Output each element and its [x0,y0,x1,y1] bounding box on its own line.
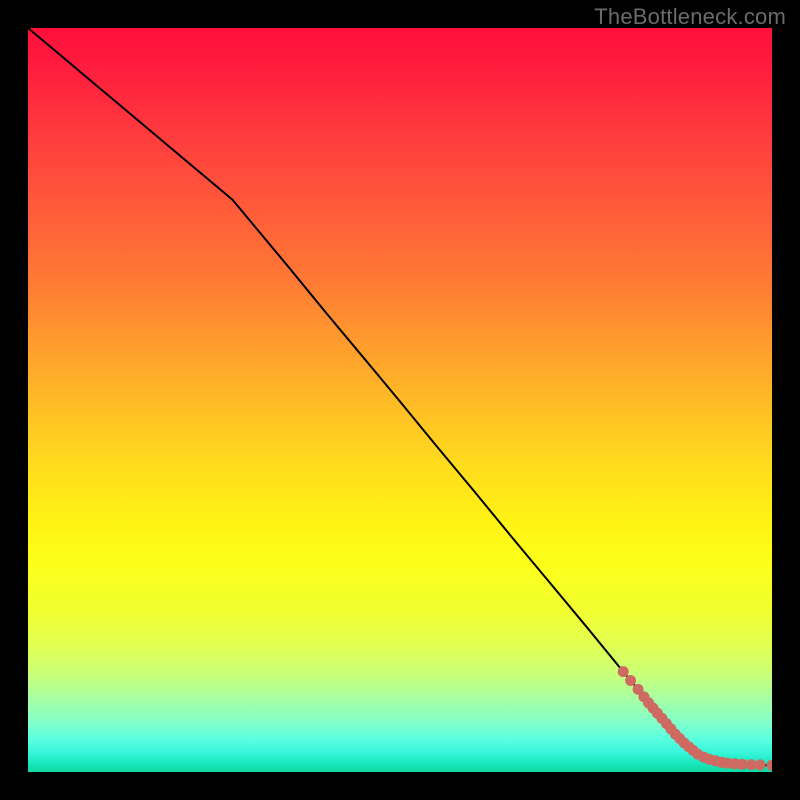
marker-dot [755,759,766,770]
marker-dot [618,666,629,677]
watermark-text: TheBottleneck.com [594,4,786,30]
marker-dot [625,675,636,686]
curve-line [28,28,772,765]
marker-group [618,666,772,771]
marker-dot [767,760,773,771]
chart-stage: TheBottleneck.com [0,0,800,800]
chart-overlay [28,28,772,772]
plot-area [28,28,772,772]
